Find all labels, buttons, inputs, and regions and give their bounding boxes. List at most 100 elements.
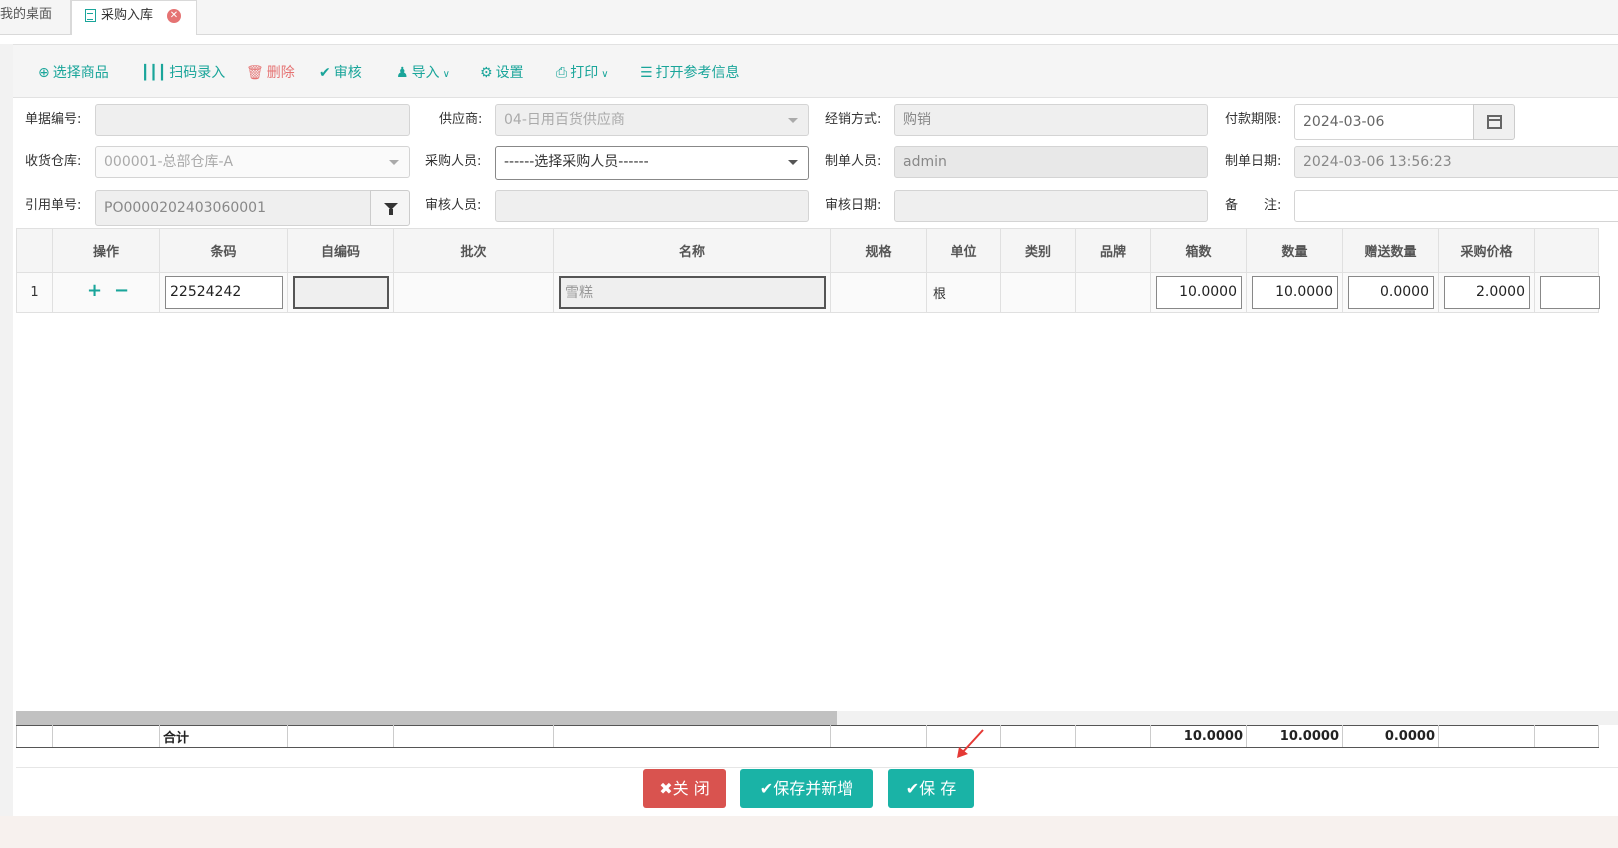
totals-boxes: 10.0000 [1150, 725, 1247, 748]
items-table: 操作 条码 自编码 批次 名称 规格 单位 类别 品牌 箱数 数量 赠送数量 采… [16, 228, 1600, 313]
tab-my-desktop[interactable]: 我的桌面 [0, 0, 71, 34]
sales-mode-field[interactable]: 购销 [894, 104, 1208, 136]
col-header-name[interactable]: 名称 [553, 228, 831, 273]
category-cell[interactable] [1000, 272, 1076, 313]
table-row: 1 + − 22524242 雪糕 根 10.0000 10.0000 0.00… [16, 272, 1600, 313]
auditor-label: 审核人员: [425, 198, 482, 213]
chevron-down-icon [788, 160, 798, 165]
check-icon: ✔ [319, 65, 331, 81]
barcode-icon: ┃┃┃ [141, 65, 167, 81]
order-header-form: 单据编号: 供应商: 04-日用百货供应商 经销方式: 购销 付款期限: 202… [13, 98, 1618, 228]
delete-button[interactable]: 🗑 删除 [246, 63, 295, 83]
totals-empty [287, 725, 394, 748]
save-button[interactable]: ✔保 存 [888, 769, 974, 808]
gift-qty-cell: 0.0000 [1342, 272, 1439, 313]
totals-empty [393, 725, 554, 748]
col-header-unit[interactable]: 单位 [926, 228, 1001, 273]
creator-field[interactable]: admin [894, 146, 1208, 178]
scrollbar-thumb[interactable] [16, 711, 837, 725]
self-code-input[interactable] [293, 276, 389, 309]
add-row-icon[interactable]: + [87, 282, 102, 300]
totals-table: 合计 10.0000 10.0000 0.0000 [16, 725, 1599, 748]
scan-entry-button[interactable]: ┃┃┃ 扫码录入 [141, 63, 225, 83]
audit-button[interactable]: ✔ 审核 [319, 63, 362, 83]
totals-quantity: 10.0000 [1246, 725, 1343, 748]
price-cell: 2.0000 [1438, 272, 1535, 313]
name-input[interactable]: 雪糕 [559, 276, 826, 309]
totals-empty [1000, 725, 1076, 748]
import-dropdown[interactable]: ♟ 导入 ∨ [396, 63, 450, 83]
col-header-brand[interactable]: 品牌 [1075, 228, 1151, 273]
print-dropdown[interactable]: ⎙ 打印 ∨ [556, 63, 609, 83]
horizontal-scrollbar[interactable] [16, 711, 1618, 725]
extra-input[interactable] [1540, 276, 1600, 309]
zoom-in-icon: ⊕ [38, 65, 50, 81]
col-header-barcode[interactable]: 条码 [159, 228, 288, 273]
totals-empty [553, 725, 831, 748]
quantity-input[interactable]: 10.0000 [1252, 276, 1338, 309]
trash-icon: 🗑 [246, 65, 264, 81]
close-button[interactable]: ✖关 闭 [643, 769, 726, 808]
remark-field[interactable] [1294, 190, 1618, 222]
col-header-price[interactable]: 采购价格 [1438, 228, 1535, 273]
close-tab-icon[interactable]: ✕ [167, 9, 181, 23]
totals-row: 合计 10.0000 10.0000 0.0000 [16, 725, 1618, 748]
col-header-category[interactable]: 类别 [1000, 228, 1076, 273]
col-header-gift-qty[interactable]: 赠送数量 [1342, 228, 1439, 273]
select-goods-button[interactable]: ⊕ 选择商品 [38, 63, 109, 83]
col-header-batch[interactable]: 批次 [393, 228, 554, 273]
create-date-field[interactable]: 2024-03-06 13:56:23 [1294, 146, 1618, 178]
tab-label: 采购入库 [101, 8, 154, 23]
extra-cell [1534, 272, 1600, 313]
date-picker-button[interactable] [1473, 104, 1515, 140]
auditor-field[interactable] [495, 190, 809, 222]
boxes-input[interactable]: 10.0000 [1156, 276, 1242, 309]
row-index: 1 [16, 272, 53, 313]
warehouse-select[interactable]: 000001-总部仓库-A [95, 146, 410, 178]
ref-no-field[interactable]: PO0000202403060001 [95, 190, 371, 226]
sales-mode-label: 经销方式: [825, 112, 882, 127]
col-header-quantity[interactable]: 数量 [1246, 228, 1343, 273]
remark-label: 备 注: [1225, 198, 1282, 213]
boxes-cell: 10.0000 [1150, 272, 1247, 313]
unit-cell[interactable]: 根 [926, 272, 1001, 313]
settings-button[interactable]: ⚙ 设置 [480, 63, 524, 83]
supplier-select[interactable]: 04-日用百货供应商 [495, 104, 809, 136]
calendar-icon [1487, 115, 1502, 129]
gift-qty-input[interactable]: 0.0000 [1348, 276, 1434, 309]
spec-cell[interactable] [830, 272, 927, 313]
tab-label: 我的桌面 [0, 7, 53, 22]
open-reference-button[interactable]: ☰ 打开参考信息 [640, 63, 740, 83]
totals-empty [52, 725, 160, 748]
quantity-cell: 10.0000 [1246, 272, 1343, 313]
col-header-index [16, 228, 53, 273]
save-and-new-button[interactable]: ✔保存并新增 [740, 769, 873, 808]
printer-icon: ⎙ [556, 65, 568, 81]
col-header-boxes[interactable]: 箱数 [1150, 228, 1247, 273]
totals-empty [1534, 725, 1599, 748]
payment-term-field[interactable]: 2024-03-06 [1294, 104, 1474, 140]
totals-empty [1438, 725, 1535, 748]
col-header-actions: 操作 [52, 228, 160, 273]
tab-purchase-inbound[interactable]: 采购入库 ✕ [71, 0, 197, 35]
doc-no-label: 单据编号: [25, 112, 82, 127]
col-header-spec[interactable]: 规格 [830, 228, 927, 273]
filter-button[interactable] [370, 190, 410, 226]
price-input[interactable]: 2.0000 [1444, 276, 1530, 309]
brand-cell[interactable] [1075, 272, 1151, 313]
col-header-self-code[interactable]: 自编码 [287, 228, 394, 273]
col-header-more[interactable] [1534, 228, 1599, 273]
audit-date-field[interactable] [894, 190, 1208, 222]
remove-row-icon[interactable]: − [114, 282, 129, 300]
self-code-cell [287, 272, 394, 313]
barcode-cell: 22524242 [159, 272, 288, 313]
totals-gift-qty: 0.0000 [1342, 725, 1439, 748]
document-icon [85, 9, 96, 22]
doc-no-field[interactable] [95, 104, 410, 136]
stamp-icon: ♟ [396, 65, 409, 81]
totals-empty [830, 725, 927, 748]
purchaser-select[interactable]: ------选择采购人员------ [495, 146, 809, 180]
bottom-strip [0, 816, 1618, 848]
batch-cell[interactable] [393, 272, 554, 313]
barcode-input[interactable]: 22524242 [165, 276, 283, 309]
